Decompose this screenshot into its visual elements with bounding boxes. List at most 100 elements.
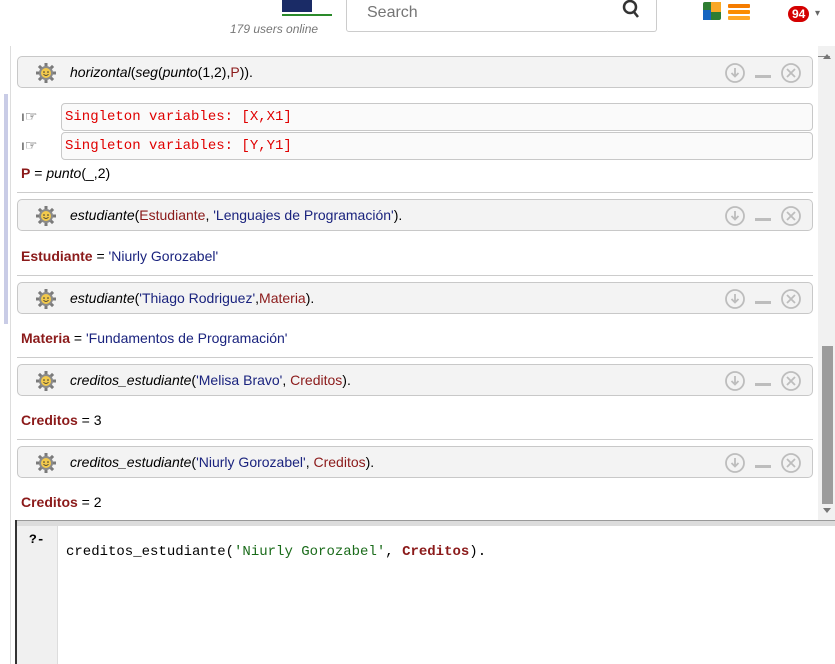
token-p: )). xyxy=(239,64,253,80)
search-input[interactable] xyxy=(365,0,609,29)
token-p: ). xyxy=(305,290,315,306)
download-icon[interactable] xyxy=(725,453,745,473)
answer-binding: Materia = 'Fundamentos de Programación' xyxy=(21,330,287,346)
answer-binding: Creditos = 2 xyxy=(21,494,102,510)
download-icon[interactable] xyxy=(725,371,745,391)
token-var: Estudiante xyxy=(139,207,206,223)
gear-icon-wrap[interactable] xyxy=(35,289,57,312)
token-fn: creditos_estudiante( xyxy=(66,544,235,560)
binding-variable: Materia xyxy=(21,330,71,346)
token-fn: creditos_estudiante xyxy=(70,372,192,388)
scrollbar-thumb[interactable] xyxy=(822,346,833,504)
answer-controls-wrap xyxy=(724,452,802,474)
token-var: Creditos xyxy=(313,454,366,470)
answer-controls-wrap xyxy=(724,288,802,310)
close-icon[interactable] xyxy=(781,453,801,473)
answer-separator xyxy=(17,357,813,358)
query-header[interactable]: horizontal(seg(punto(1,2),P)). xyxy=(17,56,813,88)
token-p: (1,2), xyxy=(197,64,231,80)
minimize-icon[interactable] xyxy=(755,465,771,468)
binding-equals: = xyxy=(70,330,86,346)
gear-icon[interactable] xyxy=(35,63,57,83)
chevron-down-icon[interactable]: ▾ xyxy=(815,8,820,19)
token-fn: , xyxy=(385,544,403,560)
warning-message: Singleton variables: [Y,Y1] xyxy=(61,132,813,160)
gear-icon-wrap[interactable] xyxy=(35,453,57,476)
token-p: ). xyxy=(342,372,351,388)
answer-controls xyxy=(725,206,801,226)
token-str: 'Niurly Gorozabel' xyxy=(108,248,219,264)
token-num: 2 xyxy=(93,494,102,510)
search-box[interactable] xyxy=(346,0,610,32)
query-header[interactable]: creditos_estudiante('Niurly Gorozabel', … xyxy=(17,446,813,478)
token-num: (_,2) xyxy=(81,165,111,181)
binding-equals: = xyxy=(77,412,94,428)
token-str: 'Melisa Bravo' xyxy=(196,372,283,388)
scroll-up-icon[interactable] xyxy=(823,54,831,59)
token-fn: seg xyxy=(135,64,158,80)
download-icon[interactable] xyxy=(725,206,745,226)
token-str: 'Fundamentos de Programación' xyxy=(86,330,288,346)
download-icon[interactable] xyxy=(725,63,745,83)
answer-binding: P = punto(_,2) xyxy=(21,165,110,181)
gear-icon-wrap[interactable] xyxy=(35,206,57,229)
editor-gutter: ?- xyxy=(17,526,58,664)
token-var: Creditos xyxy=(290,372,343,388)
minimize-icon[interactable] xyxy=(755,75,771,78)
query-editor[interactable]: creditos_estudiante('Niurly Gorozabel', … xyxy=(58,526,835,664)
binding-equals: = xyxy=(30,165,47,181)
monitor-stand xyxy=(282,14,332,16)
notification-badge[interactable]: 94 xyxy=(788,6,810,22)
token-var: Creditos xyxy=(402,544,470,560)
answer-separator xyxy=(17,192,813,193)
gear-icon[interactable] xyxy=(35,206,57,226)
app-icon[interactable] xyxy=(703,2,721,20)
scroll-down-icon[interactable] xyxy=(823,508,831,513)
token-fn: punto xyxy=(162,64,198,80)
warning-text: Singleton variables: [X,X1] xyxy=(65,109,292,125)
query-code[interactable]: creditos_estudiante('Niurly Gorozabel', … xyxy=(66,544,486,560)
gear-icon[interactable] xyxy=(35,371,57,391)
gutter-highlight xyxy=(4,94,8,324)
gear-icon-wrap[interactable] xyxy=(35,371,57,394)
binding-equals: = xyxy=(92,248,109,264)
answer-controls xyxy=(725,63,801,83)
token-p: ). xyxy=(393,207,403,223)
warning-message: Singleton variables: [X,X1] xyxy=(61,103,813,131)
gear-icon-wrap[interactable] xyxy=(35,63,57,86)
gear-icon[interactable] xyxy=(35,289,57,309)
gear-icon[interactable] xyxy=(35,453,57,473)
top-bar: 179 users online 94 ▾ xyxy=(0,0,835,46)
answer-controls xyxy=(725,371,801,391)
query-header[interactable]: creditos_estudiante('Melisa Bravo', Cred… xyxy=(17,364,813,396)
token-str: 'Lenguajes de Programación' xyxy=(213,207,394,223)
close-icon[interactable] xyxy=(781,289,801,309)
query-prompt: ?- xyxy=(29,532,45,547)
answer-separator xyxy=(17,439,813,440)
binding-equals: = xyxy=(77,494,94,510)
close-icon[interactable] xyxy=(781,371,801,391)
query-text: estudiante('Thiago Rodriguez',Materia). xyxy=(70,290,314,306)
answer-controls-wrap xyxy=(724,370,802,392)
token-str: 'Niurly Gorozabel' xyxy=(196,454,306,470)
query-text: creditos_estudiante('Niurly Gorozabel', … xyxy=(70,454,374,470)
close-icon[interactable] xyxy=(781,206,801,226)
users-online-label: 179 users online xyxy=(230,22,319,36)
close-icon[interactable] xyxy=(781,63,801,83)
token-fn: creditos_estudiante xyxy=(70,454,192,470)
query-header[interactable]: estudiante(Estudiante, 'Lenguajes de Pro… xyxy=(17,199,813,231)
answers-scrollbar[interactable] xyxy=(818,46,835,522)
token-var: P xyxy=(230,64,240,80)
toolbar-icons xyxy=(703,0,763,33)
query-header[interactable]: estudiante('Thiago Rodriguez',Materia). xyxy=(17,282,813,314)
search-button[interactable] xyxy=(608,0,657,32)
minimize-icon[interactable] xyxy=(755,301,771,304)
minimize-icon[interactable] xyxy=(755,383,771,386)
query-text: horizontal(seg(punto(1,2),P)). xyxy=(70,64,253,80)
document-stack-icon[interactable] xyxy=(728,4,750,20)
minimize-icon[interactable] xyxy=(755,218,771,221)
answers-pane[interactable]: horizontal(seg(punto(1,2),P)). ı☞ Singleto… xyxy=(17,46,817,514)
download-icon[interactable] xyxy=(725,289,745,309)
answer-controls xyxy=(725,453,801,473)
answer-controls-wrap xyxy=(724,205,802,227)
